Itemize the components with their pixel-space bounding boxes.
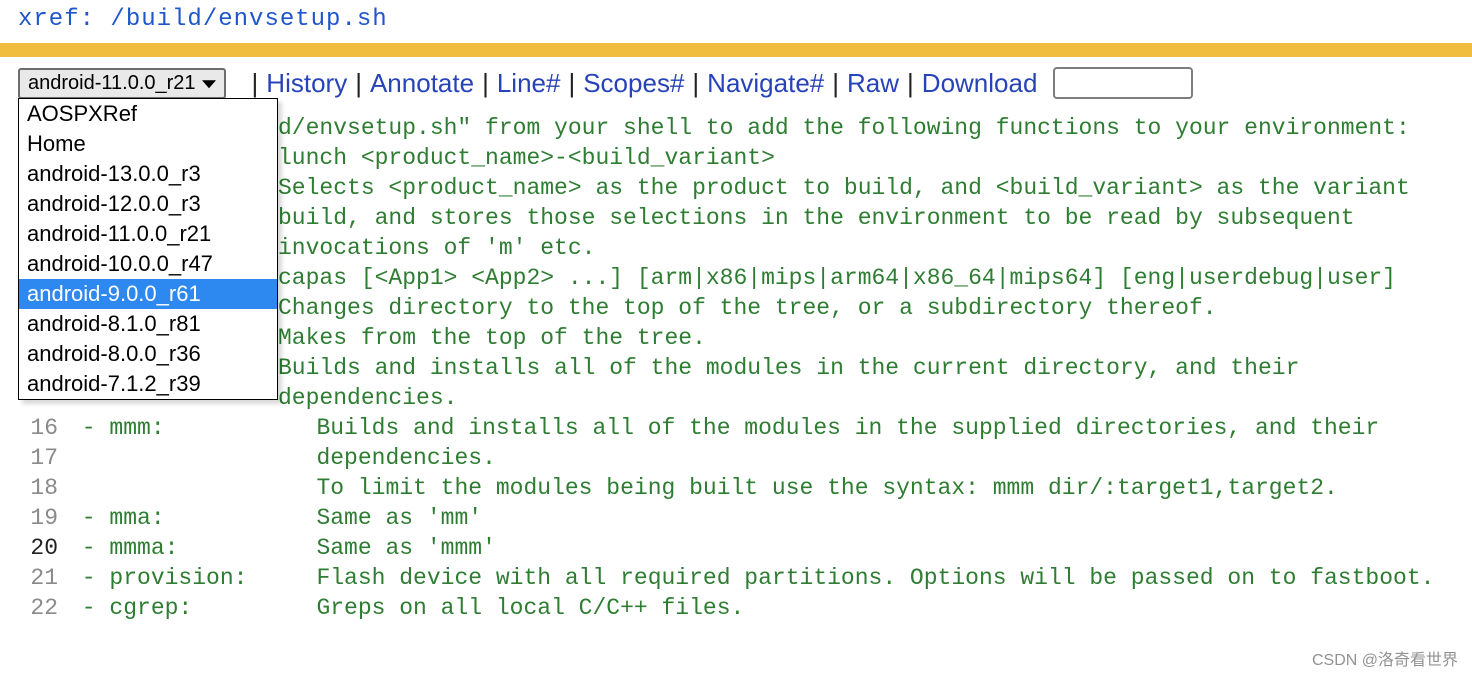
code-line: 20 - mmma: Same as 'mmm' [0,533,1472,563]
separator: | [355,68,362,99]
separator: | [568,68,575,99]
line-text: capas [<App1> <App2> ...] [arm|x86|mips|… [278,263,1396,293]
version-option[interactable]: AOSPXRef [19,99,277,129]
line-text: - mmma: Same as 'mmm' [68,533,496,563]
separator: | [692,68,699,99]
history-link[interactable]: History [266,68,347,99]
page-title: xref: /build/envsetup.sh [0,0,1472,43]
watermark: CSDN @洛奇看世界 [1312,646,1458,670]
line-text: Changes directory to the top of the tree… [278,293,1217,323]
separator: | [252,68,259,99]
version-option[interactable]: android-8.0.0_r36 [19,339,277,369]
line-number[interactable]: 21 [0,563,68,593]
download-link[interactable]: Download [922,68,1038,99]
separator: | [907,68,914,99]
version-option[interactable]: android-7.1.2_r39 [19,369,277,399]
line-number[interactable]: 20 [0,533,68,563]
version-option[interactable]: android-11.0.0_r21 [19,219,277,249]
line-text: - mmm: Builds and installs all of the mo… [68,413,1379,443]
scopes-link[interactable]: Scopes# [583,68,684,99]
line-text: d/envsetup.sh" from your shell to add th… [278,113,1410,143]
xref-path: /build/envsetup.sh [110,6,387,33]
raw-link[interactable]: Raw [847,68,899,99]
version-dropdown-selected[interactable]: android-11.0.0_r21 [18,68,226,99]
line-text: dependencies. [68,443,496,473]
code-line: 18 To limit the modules being built use … [0,473,1472,503]
line-number[interactable]: 18 [0,473,68,503]
version-option[interactable]: Home [19,129,277,159]
line-number[interactable]: 16 [0,413,68,443]
code-line: 17 dependencies. [0,443,1472,473]
separator: | [832,68,839,99]
version-option[interactable]: android-9.0.0_r61 [19,279,277,309]
code-line: 19 - mma: Same as 'mm' [0,503,1472,533]
line-text: Builds and installs all of the modules i… [278,353,1299,383]
line-text: dependencies. [278,383,457,413]
code-line: 16 - mmm: Builds and installs all of the… [0,413,1472,443]
line-text: Selects <product_name> as the product to… [278,173,1424,203]
version-option[interactable]: android-8.1.0_r81 [19,309,277,339]
line-number[interactable]: 17 [0,443,68,473]
annotate-link[interactable]: Annotate [370,68,474,99]
line-text: lunch <product_name>-<build_variant> [278,143,775,173]
code-line: 22 - cgrep: Greps on all local C/C++ fil… [0,593,1472,623]
divider-bar [0,43,1472,57]
line-text: - mma: Same as 'mm' [68,503,482,533]
line-text: build, and stores those selections in th… [278,203,1355,233]
line-text: Makes from the top of the tree. [278,323,706,353]
search-input[interactable] [1053,67,1193,99]
line-text: invocations of 'm' etc. [278,233,595,263]
toolbar: android-11.0.0_r21 AOSPXRefHomeandroid-1… [0,57,1472,105]
version-option[interactable]: android-13.0.0_r3 [19,159,277,189]
separator: | [482,68,489,99]
line-text: To limit the modules being built use the… [68,473,1338,503]
line-number[interactable]: 22 [0,593,68,623]
line-number[interactable]: 19 [0,503,68,533]
version-dropdown[interactable]: android-11.0.0_r21 AOSPXRefHomeandroid-1… [18,68,226,99]
code-line: 21 - provision: Flash device with all re… [0,563,1472,593]
version-selected-label: android-11.0.0_r21 [28,72,196,94]
version-option[interactable]: android-10.0.0_r47 [19,249,277,279]
version-option[interactable]: android-12.0.0_r3 [19,189,277,219]
line-text: - provision: Flash device with all requi… [68,563,1434,593]
navigate-link[interactable]: Navigate# [707,68,824,99]
lineno-link[interactable]: Line# [497,68,561,99]
xref-label: xref [18,6,80,33]
version-dropdown-list[interactable]: AOSPXRefHomeandroid-13.0.0_r3android-12.… [18,98,278,400]
line-text: - cgrep: Greps on all local C/C++ files. [68,593,744,623]
